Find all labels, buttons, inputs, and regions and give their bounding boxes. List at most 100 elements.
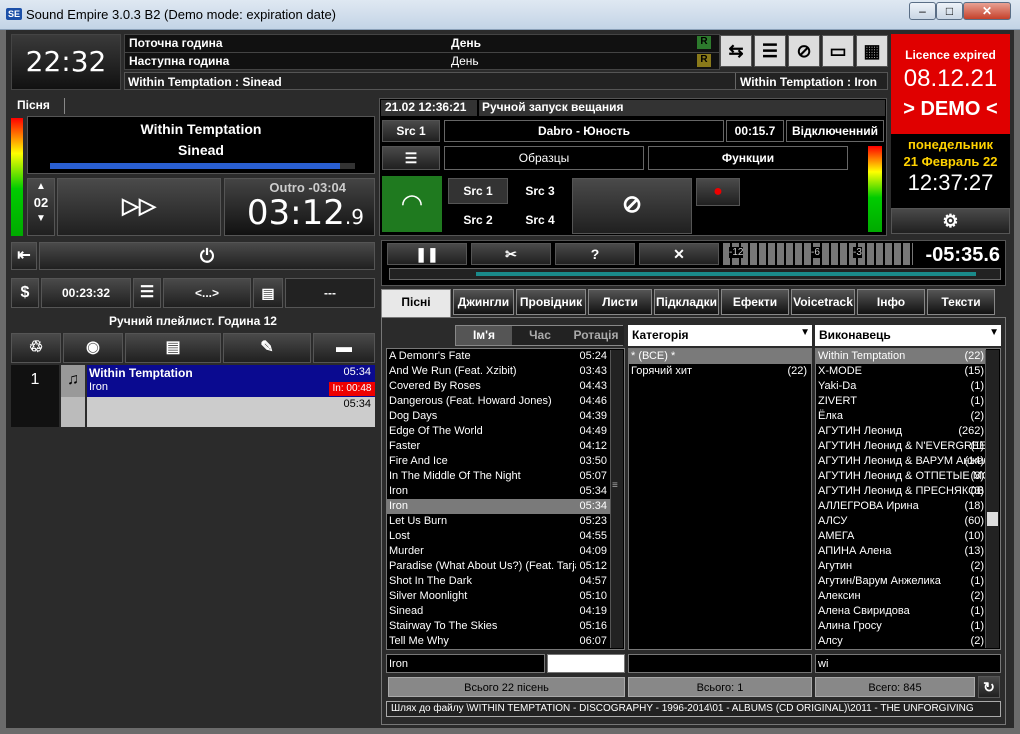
tab-5[interactable]: Підкладки bbox=[654, 289, 719, 315]
transport-seek-bar[interactable] bbox=[389, 268, 1001, 280]
chevron-down-icon[interactable]: ▼ bbox=[800, 327, 810, 338]
scissors-icon[interactable]: ✂ bbox=[471, 243, 551, 265]
scroll-grip-icon[interactable]: ≡ bbox=[612, 480, 622, 492]
artist-row[interactable]: Within Temptation (22) bbox=[816, 349, 986, 364]
artist-row[interactable]: АГУТИН Леонид & ОТПЕТЫЕ МОШЕННИКИ(3) bbox=[816, 469, 986, 484]
samples-button[interactable]: Образцы bbox=[444, 146, 644, 170]
tab-2[interactable]: Джингли bbox=[453, 289, 514, 315]
sort-name-button[interactable]: Ім'я bbox=[456, 326, 512, 345]
sort-time-button[interactable]: Час bbox=[512, 326, 568, 345]
down-arrow-icon[interactable]: ▼ bbox=[28, 213, 54, 224]
minus-icon[interactable]: ▬ bbox=[313, 333, 375, 363]
scroll-thumb[interactable] bbox=[987, 512, 998, 526]
minimize-button[interactable]: – bbox=[909, 2, 936, 20]
song-row[interactable]: Sinead 04:19 bbox=[387, 604, 611, 619]
artist-row[interactable]: Агутин (2) bbox=[816, 559, 986, 574]
counter-stepper[interactable]: ▲ 02 ▼ bbox=[27, 178, 55, 236]
cross-fade-icon[interactable]: ✕ bbox=[639, 243, 719, 265]
nav-button[interactable]: <...> bbox=[163, 278, 251, 308]
tab-4[interactable]: Листи bbox=[588, 289, 652, 315]
song-row[interactable]: A Demonr's Fate 05:24 bbox=[387, 349, 611, 364]
song-row[interactable]: Iron 05:34 bbox=[387, 499, 611, 514]
playlist-list-icon[interactable]: ☰ bbox=[754, 35, 786, 67]
src-select[interactable]: Src 1 bbox=[382, 120, 440, 142]
tab-6[interactable]: Ефекти bbox=[721, 289, 789, 315]
song-row[interactable]: Fire And Ice 03:50 bbox=[387, 454, 611, 469]
artist-row[interactable]: АЛСУ (60) bbox=[816, 514, 986, 529]
document-icon[interactable]: ▤ bbox=[253, 278, 283, 308]
artist-row[interactable]: АГУТИН Леонид & ВАРУМ Анжелика(14) bbox=[816, 454, 986, 469]
artist-scrollbar[interactable] bbox=[985, 350, 999, 648]
artist-row[interactable]: АПИНА Алена (13) bbox=[816, 544, 986, 559]
dollar-icon[interactable]: $ bbox=[11, 278, 39, 308]
category-row[interactable]: * (ВСЕ) * bbox=[629, 349, 811, 364]
up-arrow-icon[interactable]: ▲ bbox=[28, 181, 54, 192]
play-next-button[interactable]: ▷▷ bbox=[57, 178, 221, 236]
category-row[interactable]: Горячий хит (22) bbox=[629, 364, 811, 379]
artist-row[interactable]: Алексин (2) bbox=[816, 589, 986, 604]
artist-row[interactable]: X-MODE (15) bbox=[816, 364, 986, 379]
artist-filter-input[interactable] bbox=[815, 654, 1001, 673]
list-icon[interactable]: ☰ bbox=[133, 278, 161, 308]
artist-row[interactable]: Алина Гросу (1) bbox=[816, 619, 986, 634]
settings-gear-icon[interactable]: ⚙ bbox=[891, 208, 1010, 234]
clapper-icon[interactable]: ▤ bbox=[125, 333, 221, 363]
artist-dropdown[interactable]: Виконавець ▼ bbox=[815, 325, 1001, 346]
satellite-dish-icon[interactable]: ⊘ bbox=[572, 178, 692, 234]
artist-row[interactable]: АГУТИН Леонид (262) bbox=[816, 424, 986, 439]
functions-button[interactable]: Функции bbox=[648, 146, 848, 170]
song-row[interactable]: In The Middle Of The Night 05:07 bbox=[387, 469, 611, 484]
recycle-icon[interactable]: ♲ bbox=[11, 333, 61, 363]
artist-row[interactable]: АЛЛЕГРОВА Ирина (18) bbox=[816, 499, 986, 514]
wifi-stream-icon[interactable]: ◠ bbox=[382, 176, 442, 232]
song-filter-input[interactable] bbox=[386, 654, 545, 673]
song-row[interactable]: Dog Days 04:39 bbox=[387, 409, 611, 424]
playlist-row[interactable]: 1 ♫ Within Temptation Iron 05:34 In: 00:… bbox=[11, 365, 375, 397]
song-row[interactable]: Tell Me Why 06:07 bbox=[387, 634, 611, 649]
power-button[interactable]: ⏻ bbox=[39, 242, 375, 270]
src1-button[interactable]: Src 1 bbox=[448, 178, 508, 204]
artist-row[interactable]: ZIVERT (1) bbox=[816, 394, 986, 409]
tab-7[interactable]: Voicetrack bbox=[791, 289, 855, 315]
song-filter-input-2[interactable] bbox=[547, 654, 625, 673]
grid-icon[interactable]: ▦ bbox=[856, 35, 888, 67]
maximize-button[interactable]: □ bbox=[936, 2, 963, 20]
artist-row[interactable]: Ёлка (2) bbox=[816, 409, 986, 424]
eye-icon[interactable]: ◉ bbox=[63, 333, 123, 363]
song-row[interactable]: Edge Of The World 04:49 bbox=[387, 424, 611, 439]
satellite-icon[interactable]: ⊘ bbox=[788, 35, 820, 67]
tab-1[interactable]: Пісні bbox=[381, 289, 451, 319]
swap-icon[interactable]: ⇆ bbox=[720, 35, 752, 67]
close-button[interactable]: ✕ bbox=[963, 2, 1011, 20]
artist-row[interactable]: Yaki-Da (1) bbox=[816, 379, 986, 394]
song-row[interactable]: Lost 04:55 bbox=[387, 529, 611, 544]
menu-list-icon[interactable]: ☰ bbox=[382, 146, 440, 170]
song-row[interactable]: Silver Moonlight 05:10 bbox=[387, 589, 611, 604]
artist-row[interactable]: АГУТИН Леонид & N'EVERGREEN (1) bbox=[816, 439, 986, 454]
song-scrollbar[interactable]: ≡ bbox=[610, 350, 623, 648]
song-row[interactable]: Dangerous (Feat. Howard Jones) 04:46 bbox=[387, 394, 611, 409]
record-icon[interactable]: ● bbox=[696, 178, 740, 206]
song-tab[interactable]: Пісня bbox=[11, 98, 65, 114]
src3-button[interactable]: Src 3 bbox=[510, 178, 570, 204]
song-row[interactable]: Stairway To The Skies 05:16 bbox=[387, 619, 611, 634]
tab-3[interactable]: Провідник bbox=[516, 289, 586, 315]
artist-row[interactable]: Алена Свиридова (1) bbox=[816, 604, 986, 619]
song-row[interactable]: Paradise (What About Us?) (Feat. Tarja) 0… bbox=[387, 559, 611, 574]
song-row[interactable]: Shot In The Dark 04:57 bbox=[387, 574, 611, 589]
artist-row[interactable]: АМЕГА (10) bbox=[816, 529, 986, 544]
tab-9[interactable]: Тексти bbox=[927, 289, 995, 315]
artist-row[interactable]: АГУТИН Леонид & ПРЕСНЯКОВ (3) bbox=[816, 484, 986, 499]
pin-icon[interactable]: ✎ bbox=[223, 333, 311, 363]
song-row[interactable]: Murder 04:09 bbox=[387, 544, 611, 559]
song-row[interactable]: Let Us Burn 05:23 bbox=[387, 514, 611, 529]
exit-icon[interactable]: ⇤ bbox=[11, 242, 37, 270]
tab-8[interactable]: Інфо bbox=[857, 289, 925, 315]
src2-button[interactable]: Src 2 bbox=[448, 207, 508, 233]
src4-button[interactable]: Src 4 bbox=[510, 207, 570, 233]
category-dropdown[interactable]: Категорія ▼ bbox=[628, 325, 812, 346]
refresh-icon[interactable]: ↻ bbox=[978, 676, 1000, 698]
chevron-down-icon[interactable]: ▼ bbox=[989, 327, 999, 338]
artist-row[interactable]: Алсу (2) bbox=[816, 634, 986, 649]
song-row[interactable]: Iron 05:34 bbox=[387, 484, 611, 499]
